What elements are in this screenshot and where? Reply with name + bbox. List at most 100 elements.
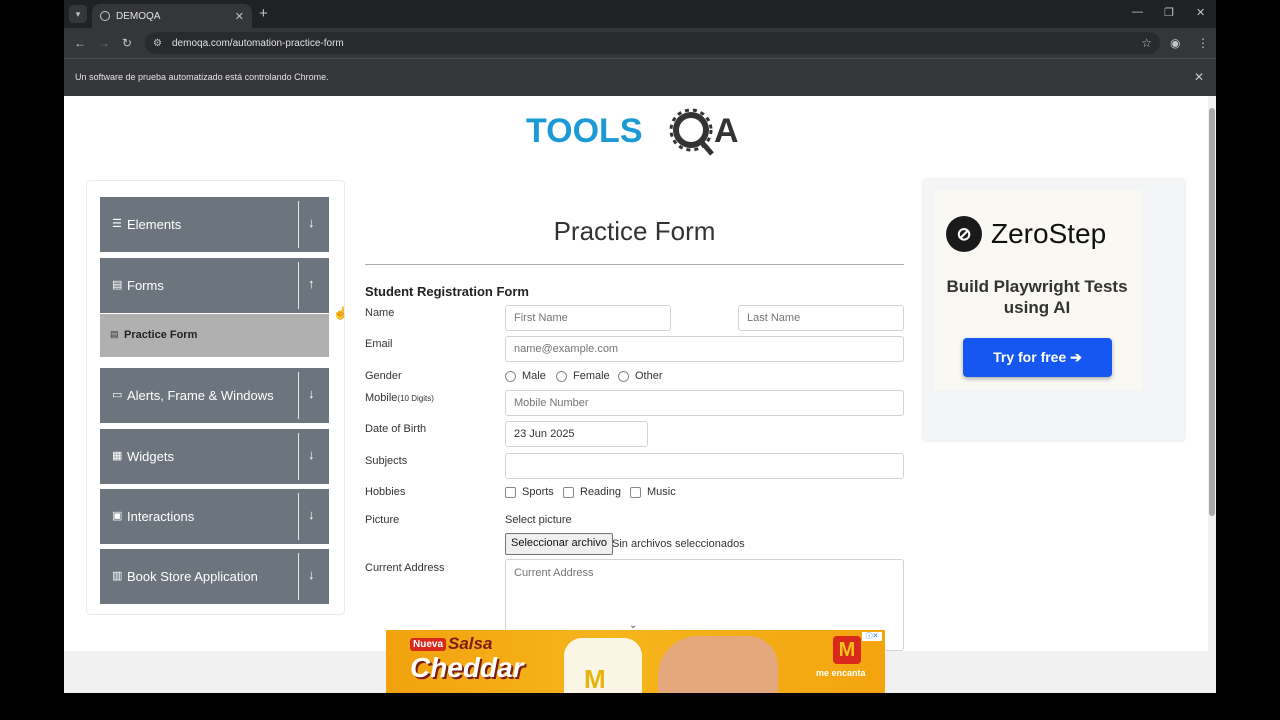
ad-info-icon[interactable]: ⓘ✕	[862, 632, 882, 641]
sidebar-item-label: Practice Form	[124, 329, 198, 341]
zerostep-ad[interactable]: ⊘ ZeroStep Build Playwright Tests using …	[924, 180, 1184, 440]
reload-icon[interactable]: ↻	[122, 36, 132, 50]
profile-icon[interactable]: ◉	[1170, 36, 1180, 50]
minimize-icon[interactable]: —	[1132, 6, 1143, 18]
email-label: Email	[365, 338, 393, 350]
subjects-input[interactable]	[505, 453, 904, 479]
star-icon[interactable]: ☆	[1141, 36, 1152, 50]
gender-female-radio[interactable]: Female	[556, 370, 610, 382]
kebab-icon[interactable]: ⋮	[1197, 36, 1209, 50]
infobar-close-icon[interactable]: ✕	[1194, 70, 1204, 84]
expand-icon[interactable]: ↓	[308, 567, 322, 583]
checkbox-label: Music	[647, 486, 676, 498]
hamburger-icon: ☰	[112, 218, 122, 230]
address-bar[interactable]: ⚙ demoqa.com/automation-practice-form ☆	[145, 32, 1160, 54]
zerostep-logo-icon: ⊘	[946, 216, 982, 252]
name-label: Name	[365, 307, 395, 319]
browser-tab[interactable]: DEMOQA ✕	[92, 4, 252, 28]
ad-tagline: Build Playwright Tests using AI	[946, 277, 1128, 317]
automation-infobar: Un software de prueba automatizado está …	[64, 58, 1216, 96]
tab-strip: ▾ DEMOQA ✕ + — ❐ ✕	[64, 0, 1216, 28]
sidebar-group-book-store[interactable]: ▥ Book Store Application ↓	[100, 549, 329, 604]
ad-hand-image	[658, 636, 778, 693]
sidebar-group-widgets[interactable]: ▦ Widgets ↓	[100, 429, 329, 484]
page-scrollbar[interactable]	[1208, 96, 1216, 693]
sidebar-group-label: Interactions	[127, 509, 195, 524]
close-icon[interactable]: ✕	[235, 10, 244, 23]
choose-file-button[interactable]: Seleccionar archivo	[505, 533, 613, 555]
plus-icon[interactable]: +	[259, 5, 268, 22]
last-name-input[interactable]: Last Name	[738, 305, 904, 331]
checkbox-label: Sports	[522, 486, 554, 498]
divider	[365, 264, 904, 265]
gender-other-radio[interactable]: Other	[618, 370, 663, 382]
divider	[298, 262, 299, 309]
restore-icon[interactable]: ❐	[1164, 6, 1174, 19]
scrollbar-thumb[interactable]	[1209, 108, 1215, 516]
dob-label: Date of Birth	[365, 423, 427, 435]
expand-icon[interactable]: ↓	[308, 447, 322, 463]
grid-icon: ▦	[112, 450, 123, 462]
hobby-sports-checkbox[interactable]: Sports	[505, 486, 554, 498]
mouse-cursor-icon: ☝	[333, 306, 348, 320]
collapse-icon[interactable]: ↑	[308, 276, 322, 292]
sidebar-group-label: Alerts, Frame & Windows	[127, 388, 274, 403]
gender-male-radio[interactable]: Male	[505, 370, 546, 382]
checkbox-icon	[630, 486, 641, 498]
ad-badge: Nueva	[410, 638, 447, 651]
sidebar-group-interactions[interactable]: ▣ Interactions ↓	[100, 489, 329, 544]
subjects-label: Subjects	[365, 455, 408, 467]
sidebar-group-label: Elements	[127, 217, 182, 232]
ad-brand: ZeroStep	[991, 218, 1107, 249]
hobby-reading-checkbox[interactable]: Reading	[563, 486, 621, 498]
email-input[interactable]: name@example.com	[505, 336, 904, 362]
tune-icon[interactable]: ⚙	[153, 38, 165, 49]
sidebar-item-practice-form[interactable]: ▤ Practice Form	[100, 314, 329, 357]
tab-title: DEMOQA	[116, 10, 161, 22]
checkbox-label: Reading	[580, 486, 621, 498]
mobile-hint: (10 Digits)	[397, 394, 434, 403]
expand-icon[interactable]: ↓	[308, 507, 322, 523]
checkbox-icon	[563, 486, 574, 498]
sidebar-group-forms[interactable]: ▤ Forms ↑	[100, 258, 329, 313]
globe-icon	[100, 11, 110, 21]
forward-icon[interactable]: →	[98, 36, 110, 50]
first-name-input[interactable]: First Name	[505, 305, 671, 331]
tab-search-icon[interactable]: ▾	[69, 5, 87, 23]
file-status-text: Sin archivos seleccionados	[612, 538, 745, 550]
hobby-music-checkbox[interactable]: Music	[630, 486, 676, 498]
ad-line1: Salsa	[448, 634, 493, 653]
divider	[298, 372, 299, 419]
radio-label: Other	[635, 370, 663, 382]
form-subtitle: Student Registration Form	[365, 284, 529, 299]
mcdonalds-ad[interactable]: Nueva Salsa Cheddar M M me encanta ⓘ✕	[386, 630, 885, 693]
window-close-icon[interactable]: ✕	[1196, 6, 1205, 19]
back-icon[interactable]: ←	[74, 36, 86, 50]
sidebar-group-alerts[interactable]: ▭ Alerts, Frame & Windows ↓	[100, 368, 329, 423]
picture-label: Picture	[365, 514, 400, 526]
sidebar: ☰ Elements ↓ ▤ Forms ↑ ▤ Practice Form ▭…	[86, 180, 345, 615]
ad-cup-image: M	[564, 638, 642, 693]
radio-icon	[618, 370, 629, 382]
document-icon: ▤	[112, 279, 123, 291]
toolbar: ← → ↻ ⚙ demoqa.com/automation-practice-f…	[64, 28, 1216, 58]
mobile-label: Mobile(10 Digits)	[365, 392, 434, 404]
expand-icon[interactable]: ↓	[308, 386, 322, 402]
sidebar-group-elements[interactable]: ☰ Elements ↓	[100, 197, 329, 252]
checkbox-icon	[505, 486, 516, 498]
date-of-birth-input[interactable]: 23 Jun 2025	[505, 421, 648, 447]
radio-label: Female	[573, 370, 610, 382]
ad-slogan: me encanta	[816, 668, 866, 678]
hobbies-label: Hobbies	[365, 486, 406, 498]
toolsqa-logo[interactable]: TOOLS A	[526, 108, 750, 158]
sidebar-group-label: Book Store Application	[127, 569, 258, 584]
mobile-input[interactable]: Mobile Number	[505, 390, 904, 416]
document-icon: ▤	[110, 329, 119, 339]
divider	[298, 553, 299, 600]
expand-icon[interactable]: ↓	[308, 215, 322, 231]
mobile-label-text: Mobile	[365, 392, 398, 404]
gender-label: Gender	[365, 370, 402, 382]
radio-icon	[556, 370, 567, 382]
try-for-free-button[interactable]: Try for free ➔	[963, 338, 1112, 377]
divider	[298, 201, 299, 248]
